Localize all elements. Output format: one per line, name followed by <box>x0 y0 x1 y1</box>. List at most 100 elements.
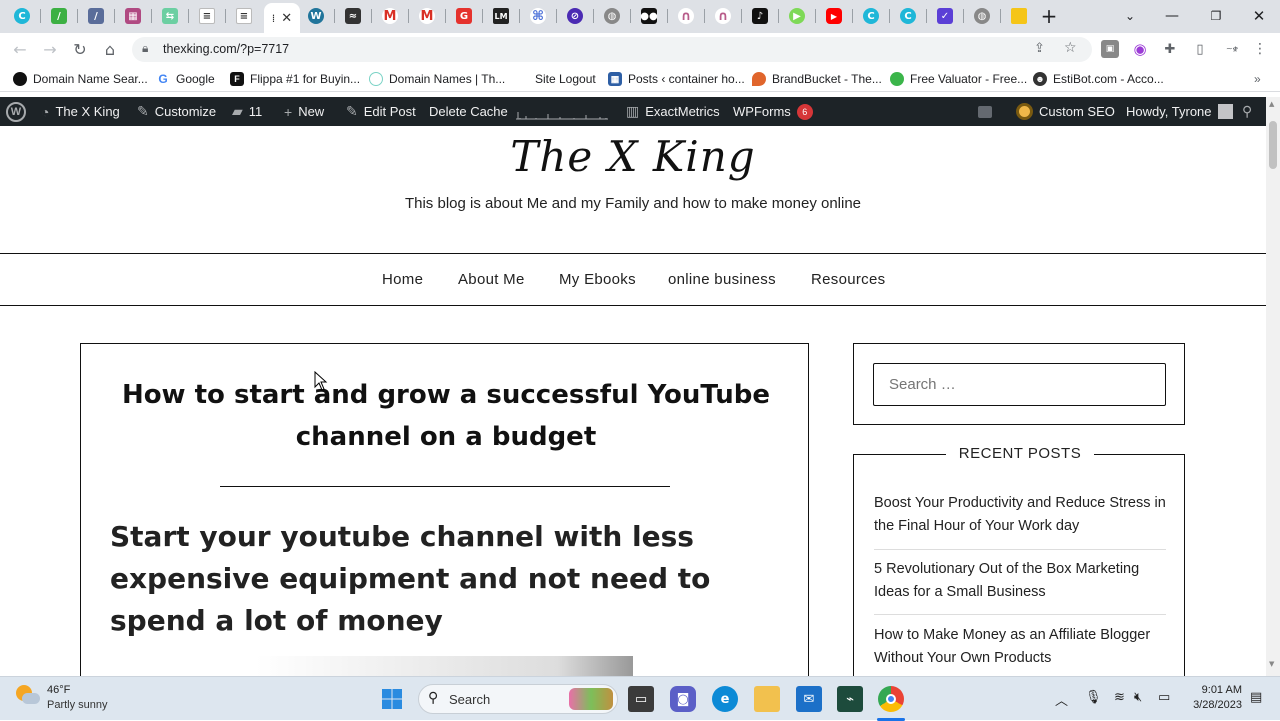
wordpress-logo-icon[interactable]: W <box>6 97 26 126</box>
scroll-down-icon[interactable]: ▼ <box>1269 660 1274 668</box>
extension-icon[interactable]: ▣ <box>1101 40 1119 58</box>
bookmark-item[interactable]: Site Logout <box>535 71 596 87</box>
home-button[interactable]: ⌂ <box>99 38 121 60</box>
minimize-button[interactable]: — <box>1160 4 1184 28</box>
app-icon[interactable]: ⌁ <box>837 686 863 712</box>
back-button[interactable]: ← <box>9 38 31 60</box>
admin-new[interactable]: + New <box>284 97 324 126</box>
tray-chevron-icon[interactable]: ︿ <box>1055 690 1068 709</box>
battery-icon[interactable]: ▭ <box>1158 690 1170 705</box>
nav-about-me[interactable]: About Me <box>458 271 525 288</box>
tab-gmail-2[interactable]: M <box>413 4 441 28</box>
task-view-icon[interactable]: ▭ <box>628 686 654 712</box>
chrome-icon[interactable] <box>878 686 904 712</box>
puzzle-icon[interactable]: ✚ <box>1161 40 1179 58</box>
wifi-icon[interactable]: ≋ <box>1114 690 1125 705</box>
restore-button[interactable]: ❐ <box>1204 4 1228 28</box>
tab-folder[interactable] <box>1005 4 1033 28</box>
notification-center-icon[interactable]: ▤ <box>1250 690 1262 705</box>
forward-button[interactable]: → <box>39 38 61 60</box>
bookmark-star-icon[interactable]: ☆ <box>1064 40 1077 56</box>
tab-globe-2[interactable]: ◍ <box>968 4 996 28</box>
extension-icon[interactable]: ◉ <box>1131 40 1149 58</box>
scroll-up-icon[interactable]: ▲ <box>1269 100 1274 108</box>
bookmark-item[interactable]: BrandBucket - The... <box>752 71 882 87</box>
bookmark-item[interactable]: ▦ Posts ‹ container ho... <box>608 71 745 87</box>
file-explorer-icon[interactable] <box>754 686 780 712</box>
tab-feather[interactable]: / <box>82 4 110 28</box>
weather-icon[interactable] <box>16 685 40 709</box>
tab-arch-1[interactable]: ∩ <box>672 4 700 28</box>
tab-canva-2[interactable]: C <box>857 4 885 28</box>
tab-network[interactable]: ⌘ <box>524 4 552 28</box>
tab-chat[interactable]: ✓ <box>931 4 959 28</box>
address-bar[interactable]: 🔒︎ thexking.com/?p=7717 ⇪ ☆ <box>132 37 1092 62</box>
mail-icon[interactable]: ✉ <box>796 686 822 712</box>
nav-home[interactable]: Home <box>382 271 423 288</box>
tab-app[interactable]: ▦ <box>119 4 147 28</box>
notifications-icon[interactable] <box>978 97 992 126</box>
weather-temp[interactable]: 46°F <box>47 684 70 696</box>
bookmark-item[interactable]: Free Valuator - Free... <box>890 71 1027 87</box>
bookmark-item[interactable]: G Google <box>156 71 215 87</box>
admin-search-icon[interactable]: ⚲ <box>1242 97 1252 126</box>
tab-wordpress[interactable]: W <box>302 4 330 28</box>
tab-compass[interactable]: ⊘ <box>561 4 589 28</box>
taskbar-search[interactable]: ⚲ Search <box>418 684 618 714</box>
tab-gmail-1[interactable]: M <box>376 4 404 28</box>
recent-post-link[interactable]: 5 Revolutionary Out of the Box Marketing… <box>874 558 1166 604</box>
volume-mute-icon[interactable]: 🔇︎ <box>1134 690 1142 705</box>
page-scrollbar[interactable]: ▲ ▼ <box>1266 97 1280 676</box>
menu-icon[interactable]: ⋮ <box>1251 40 1269 58</box>
microphone-icon[interactable]: 🎙︎ <box>1085 690 1102 705</box>
bookmark-item[interactable]: ☻ EstiBot.com - Acco... <box>1033 71 1164 87</box>
weather-desc[interactable]: Partly sunny <box>47 699 108 711</box>
nav-resources[interactable]: Resources <box>811 271 885 288</box>
admin-comments[interactable]: ▰ 11 <box>232 97 262 126</box>
share-icon[interactable]: ⇪ <box>1034 41 1045 56</box>
tab-globe-1[interactable]: ◍ <box>598 4 626 28</box>
tab-doc-2[interactable]: ≡ <box>230 4 258 28</box>
tab-canva-3[interactable]: C <box>894 4 922 28</box>
nav-online-business[interactable]: online business <box>668 271 776 288</box>
more-bookmarks-icon[interactable]: » <box>1254 71 1261 87</box>
admin-site-name[interactable]: ◔ The X King <box>41 97 120 126</box>
admin-exactmetrics[interactable]: ▥ ExactMetrics <box>626 97 720 126</box>
recent-post-link[interactable]: Boost Your Productivity and Reduce Stres… <box>874 492 1166 538</box>
edge-icon[interactable]: e <box>712 686 738 712</box>
stats-sparkline[interactable] <box>516 97 608 126</box>
tab-gen[interactable]: ≈ <box>339 4 367 28</box>
admin-delete-cache[interactable]: Delete Cache <box>429 97 508 126</box>
new-tab-button[interactable]: + <box>1037 4 1061 28</box>
clock-time[interactable]: 9:01 AM <box>1180 684 1242 696</box>
tab-active[interactable]: ⁞ ✕ <box>264 3 300 33</box>
tab-play[interactable]: ▶ <box>783 4 811 28</box>
close-window-button[interactable]: ✕ <box>1247 4 1271 28</box>
admin-edit-post[interactable]: ✎ Edit Post <box>346 97 416 126</box>
tab-tiktok[interactable]: ♪ <box>746 4 774 28</box>
bookmark-item[interactable]: F Flippa #1 for Buyin... <box>230 71 360 87</box>
tab-dots[interactable]: ●● <box>635 4 663 28</box>
profile-icon[interactable]: ~ቋ <box>1220 40 1244 58</box>
tab-canva[interactable]: C <box>8 4 36 28</box>
start-button[interactable] <box>379 686 405 712</box>
clock-date[interactable]: 3/28/2023 <box>1180 699 1242 711</box>
admin-customize[interactable]: ✎ Customize <box>137 97 216 126</box>
tab-red[interactable]: G <box>450 4 478 28</box>
tab-arch-2[interactable]: ∩ <box>709 4 737 28</box>
recent-post-link[interactable]: How to Make Money as an Affiliate Blogge… <box>874 624 1166 670</box>
admin-account[interactable]: Howdy, Tyrone <box>1126 97 1233 126</box>
scrollbar-thumb[interactable] <box>1269 121 1277 169</box>
nav-my-ebooks[interactable]: My Ebooks <box>559 271 636 288</box>
tab-doc-1[interactable]: ≡ <box>193 4 221 28</box>
admin-wpforms[interactable]: WPForms 6 <box>733 97 813 126</box>
admin-custom-seo[interactable]: Custom SEO <box>1016 97 1115 126</box>
bookmark-item[interactable]: Domain Names | Th... <box>369 71 505 87</box>
tab-youtube[interactable]: ▶ <box>820 4 848 28</box>
tab-lm[interactable]: LM <box>487 4 515 28</box>
search-input[interactable] <box>873 363 1166 406</box>
tab-pen[interactable]: / <box>45 4 73 28</box>
site-title[interactable]: The X King <box>0 132 1266 181</box>
tab-search-chevron-icon[interactable]: ⌄ <box>1118 4 1142 28</box>
tab-sync[interactable]: ⇆ <box>156 4 184 28</box>
